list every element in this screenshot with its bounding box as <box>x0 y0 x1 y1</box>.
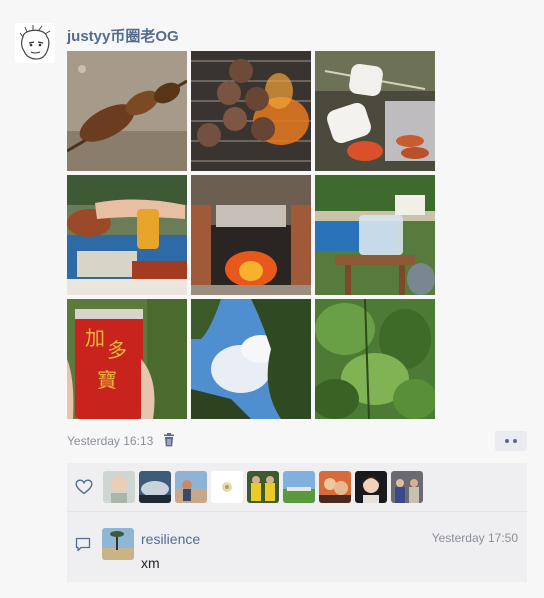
comment-timestamp: Yesterday 17:50 <box>431 531 518 545</box>
outdoor-picnic-photo[interactable] <box>315 175 435 295</box>
liker-avatar[interactable] <box>175 471 207 503</box>
burgers-on-grill-photo[interactable] <box>191 51 311 171</box>
photo-grid: 加 多 寶 <box>67 51 435 419</box>
liker-avatar[interactable] <box>247 471 279 503</box>
liker-avatar[interactable] <box>391 471 423 503</box>
interaction-panel: resilience Yesterday 17:50 xm <box>67 463 527 582</box>
panel-divider <box>67 511 527 512</box>
comment-text: xm <box>141 555 160 571</box>
liker-avatar[interactable] <box>103 471 135 503</box>
poster-username[interactable]: justyy币圈老OG <box>67 25 179 46</box>
comment-icon <box>75 537 91 552</box>
red-can-drink-photo[interactable]: 加 多 寶 <box>67 299 187 419</box>
liker-avatar[interactable] <box>139 471 171 503</box>
kebab-skewer-photo[interactable] <box>67 51 187 171</box>
liker-avatar[interactable] <box>283 471 315 503</box>
liker-avatars <box>103 471 423 503</box>
marshmallows-photo[interactable] <box>315 51 435 171</box>
svg-text:加: 加 <box>85 326 105 350</box>
heart-icon <box>75 479 93 495</box>
brick-bbq-fire-photo[interactable] <box>191 175 311 295</box>
picnic-table-food-photo[interactable] <box>67 175 187 295</box>
sky-and-trees-photo[interactable] <box>191 299 311 419</box>
commenter-avatar[interactable] <box>102 528 134 560</box>
post-timestamp: Yesterday 16:13 <box>67 434 154 448</box>
commenter-name[interactable]: resilience <box>141 531 200 547</box>
more-dots-icon <box>513 439 517 443</box>
poster-avatar[interactable] <box>15 23 55 63</box>
trash-icon[interactable] <box>163 433 175 447</box>
svg-text:寶: 寶 <box>97 368 117 392</box>
more-dots-icon <box>505 439 509 443</box>
liker-avatar[interactable] <box>319 471 351 503</box>
liker-avatar[interactable] <box>355 471 387 503</box>
green-foliage-photo[interactable] <box>315 299 435 419</box>
more-button[interactable] <box>495 431 527 451</box>
svg-text:多: 多 <box>107 338 127 362</box>
liker-avatar[interactable] <box>211 471 243 503</box>
